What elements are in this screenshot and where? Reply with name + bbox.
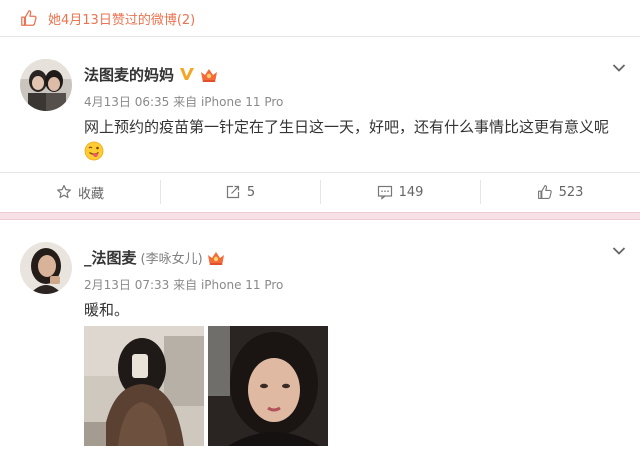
post-date[interactable]: 2月13日 07:33 xyxy=(84,278,169,292)
avatar[interactable] xyxy=(20,59,72,111)
username[interactable]: _法图麦 xyxy=(84,247,137,268)
liked-posts-header[interactable]: 她4月13日赞过的微博(2) xyxy=(0,0,640,36)
post-meta: 4月13日 06:35 来自 iPhone 11 Pro xyxy=(84,93,283,110)
comment-count: 149 xyxy=(398,184,424,200)
feed-separator xyxy=(0,212,640,220)
repost-count: 5 xyxy=(246,184,256,200)
thumbs-up-icon xyxy=(21,10,37,26)
post-source: 来自 iPhone 11 Pro xyxy=(173,95,284,109)
username[interactable]: 法图麦的妈妈 xyxy=(84,64,174,85)
post-source: 来自 iPhone 11 Pro xyxy=(173,278,284,292)
post-text: 网上预约的疫苗第一针定在了生日这一天，好吧，还有什么事情比这更有意义呢 xyxy=(84,118,610,136)
favorite-label: 收藏 xyxy=(77,186,104,202)
repost-button[interactable]: 5 xyxy=(160,172,320,212)
thumbs-up-icon xyxy=(537,185,552,199)
star-icon xyxy=(56,184,71,199)
tongue-wink-emoji-icon xyxy=(84,141,104,161)
closeup-selfie-photo[interactable] xyxy=(208,326,328,446)
verified-v-icon xyxy=(180,68,195,80)
repost-icon xyxy=(226,185,239,199)
post-action-bar: 收藏 5 149 523 xyxy=(0,172,640,212)
chevron-down-icon[interactable] xyxy=(612,63,626,73)
user-remark: (李咏女儿) xyxy=(140,251,203,267)
crown-member-icon xyxy=(201,69,218,82)
post-text-block: 网上预约的疫苗第一针定在了生日这一天，好吧，还有什么事情比这更有意义呢 xyxy=(84,115,629,168)
post-meta: 2月13日 07:33 来自 iPhone 11 Pro xyxy=(84,276,283,293)
comment-button[interactable]: 149 xyxy=(320,172,480,212)
like-count: 523 xyxy=(558,184,584,200)
crown-member-icon xyxy=(207,252,224,265)
favorite-button[interactable]: 收藏 xyxy=(0,172,160,212)
post-text: 暖和。 xyxy=(84,301,130,319)
chevron-down-icon[interactable] xyxy=(612,246,626,256)
avatar[interactable] xyxy=(20,242,72,294)
liked-posts-text: 她4月13日赞过的微博(2) xyxy=(48,12,196,28)
post-date[interactable]: 4月13日 06:35 xyxy=(84,95,169,109)
like-button[interactable]: 523 xyxy=(480,172,640,212)
mirror-selfie-photo[interactable] xyxy=(84,326,204,446)
comment-icon xyxy=(377,185,392,200)
